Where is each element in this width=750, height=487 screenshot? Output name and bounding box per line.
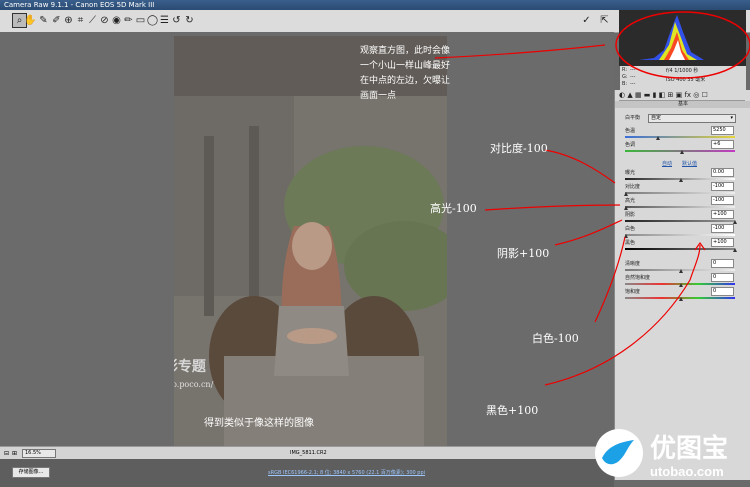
arrow-histogram	[434, 44, 606, 59]
shadows-note: 阴影+100	[497, 247, 550, 260]
whites-note: 白色-100	[532, 332, 579, 345]
arrow-shadows	[554, 219, 623, 246]
histogram-note: 观察直方图，此时会像 一个小山一样山峰最好 在中点的左边，欠曝让 画面一点	[360, 44, 450, 104]
logo-text: 优图宝	[650, 434, 729, 464]
histogram-note-line1: 观察直方图，此时会像	[360, 46, 451, 56]
blacks-note: 黑色+100	[486, 404, 539, 417]
histogram-note-line3: 在中点的左边，欠曝让	[360, 76, 451, 86]
histogram-note-line4: 画面一点	[360, 91, 397, 101]
contrast-note: 对比度-100	[490, 142, 548, 155]
histogram-note-line2: 一个小山一样山峰最好	[360, 61, 451, 71]
arrow-whites	[594, 236, 626, 323]
arrow-contrast	[544, 149, 616, 184]
highlights-note: 高光-100	[430, 202, 477, 215]
histogram-circle	[615, 11, 750, 79]
arrow-highlights	[484, 204, 621, 211]
arrow-blacks	[544, 244, 701, 386]
bird-logo-icon	[595, 429, 643, 477]
utobao-logo: 优图宝 utobao.com	[592, 420, 750, 487]
logo-url: utobao.com	[650, 464, 724, 479]
